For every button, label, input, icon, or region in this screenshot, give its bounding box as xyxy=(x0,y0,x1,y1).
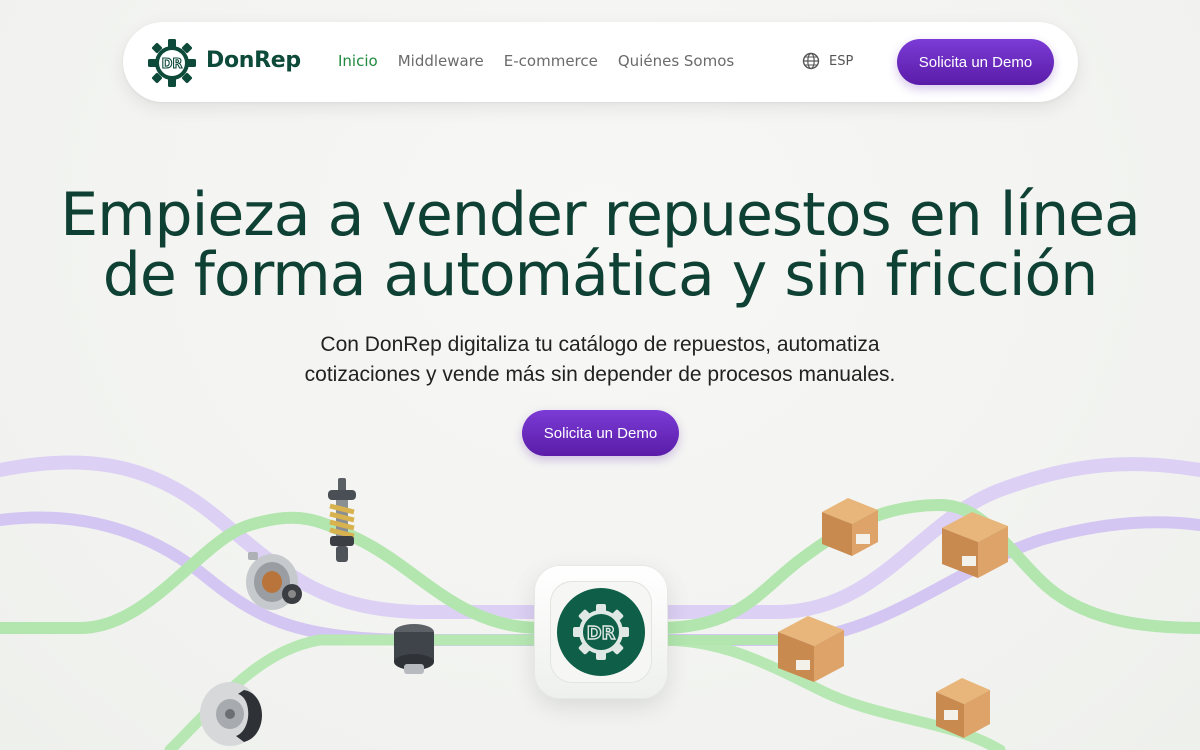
nav-item-ecommerce[interactable]: E-commerce xyxy=(504,52,598,70)
main-menu: Inicio Middleware E-commerce Quiénes Som… xyxy=(338,52,734,70)
shock-absorber-icon xyxy=(328,478,356,562)
hero-demo-button[interactable]: Solicita un Demo xyxy=(522,410,679,456)
package-box-icon xyxy=(936,678,990,738)
nav-item-inicio[interactable]: Inicio xyxy=(338,52,378,70)
logo-text: DR xyxy=(162,57,183,72)
nav-item-quienes-somos[interactable]: Quiénes Somos xyxy=(618,52,734,70)
hero-subtitle-line-2: cotizaciones y vende más sin depender de… xyxy=(304,363,896,386)
hero-subtitle-line-1: Con DonRep digitaliza tu catálogo de rep… xyxy=(320,333,880,356)
hero-title-line-2: de forma automática y sin fricción xyxy=(102,240,1099,310)
hero-subtitle: Con DonRep digitaliza tu catálogo de rep… xyxy=(250,330,950,390)
nav-demo-button[interactable]: Solicita un Demo xyxy=(897,39,1054,85)
gear-logo-icon[interactable]: DR xyxy=(147,38,197,88)
landing-page: DR DR DonRep Inicio Middleware E-commerc… xyxy=(0,0,1200,750)
gear-logo-icon: DR xyxy=(557,588,645,676)
hero-title: Empieza a vender repuestos en línea de f… xyxy=(0,185,1200,305)
language-selector[interactable]: ESP xyxy=(802,52,853,70)
nav-item-middleware[interactable]: Middleware xyxy=(398,52,484,70)
globe-icon xyxy=(802,52,820,70)
brand-name[interactable]: DonRep xyxy=(206,48,301,73)
alternator-icon xyxy=(246,552,302,610)
brake-disc-icon xyxy=(200,682,262,746)
package-box-icon xyxy=(822,498,878,556)
center-logo-text: DR xyxy=(587,623,616,644)
air-filter-icon xyxy=(394,624,434,674)
language-label: ESP xyxy=(829,53,854,69)
top-navbar: DR DonRep Inicio Middleware E-commerce Q… xyxy=(123,22,1078,102)
